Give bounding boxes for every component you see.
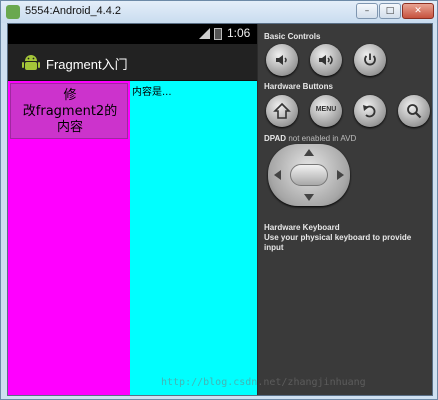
emulator-window: 5554:Android_4.4.2 – □ ✕ 1:06 Fragment入门…: [0, 0, 438, 400]
volume-up-button[interactable]: [310, 44, 342, 76]
menu-button[interactable]: MENU: [310, 95, 342, 127]
home-button[interactable]: [266, 95, 298, 127]
fragment1: 修 改fragment2的 内容: [8, 81, 130, 395]
window-title: 5554:Android_4.4.2: [25, 5, 122, 17]
dpad-center-button[interactable]: [290, 164, 328, 186]
dpad-up-icon[interactable]: [304, 149, 314, 156]
controls-panel: Basic Controls Hardware Buttons MENU DPA…: [258, 24, 432, 395]
title-bar[interactable]: 5554:Android_4.4.2 – □ ✕: [1, 1, 437, 23]
close-button[interactable]: ✕: [402, 3, 434, 19]
power-icon: [364, 53, 376, 66]
clock: 1:06: [227, 26, 251, 40]
hardware-keyboard-hint: Use your physical keyboard to provide in…: [264, 233, 412, 252]
dpad-right-icon[interactable]: [337, 170, 344, 180]
watermark: http://blog.csdn.net/zhangjinhuang: [161, 377, 366, 388]
hardware-keyboard-section: Hardware Keyboard Use your physical keyb…: [264, 223, 432, 253]
minimize-button[interactable]: –: [356, 3, 378, 19]
android-screen[interactable]: 1:06 Fragment入门 修 改fragment2的 内容 内容是...: [8, 24, 257, 395]
fragment2: 内容是...: [130, 81, 257, 395]
hardware-keyboard-heading: Hardware Keyboard: [264, 223, 340, 232]
menu-button-label: MENU: [315, 106, 337, 113]
dpad-status: not enabled in AVD: [288, 134, 357, 143]
dpad[interactable]: [268, 144, 350, 206]
back-button[interactable]: [354, 95, 386, 127]
dpad-heading: DPAD not enabled in AVD: [264, 134, 356, 143]
basic-controls-heading: Basic Controls: [264, 32, 321, 41]
dpad-label: DPAD: [264, 134, 287, 143]
hardware-buttons-heading: Hardware Buttons: [264, 82, 333, 91]
modify-fragment2-button[interactable]: 修 改fragment2的 内容: [10, 83, 128, 139]
search-button[interactable]: [398, 95, 430, 127]
android-logo-icon: [22, 55, 40, 70]
emulator-body: 1:06 Fragment入门 修 改fragment2的 内容 内容是... …: [7, 23, 433, 396]
action-bar: Fragment入门: [8, 44, 257, 81]
back-icon: [363, 105, 376, 118]
app-icon: [6, 5, 20, 19]
maximize-button[interactable]: □: [379, 3, 401, 19]
dpad-down-icon[interactable]: [304, 194, 314, 201]
dpad-left-icon[interactable]: [274, 170, 281, 180]
signal-icon: [199, 28, 210, 39]
status-bar: 1:06: [8, 24, 257, 44]
volume-down-button[interactable]: [266, 44, 298, 76]
app-title: Fragment入门: [46, 57, 128, 72]
volume-up-icon: [319, 55, 333, 65]
battery-icon: [214, 28, 222, 40]
power-button[interactable]: [354, 44, 386, 76]
volume-down-icon: [276, 55, 287, 65]
fragment2-content-text: 内容是...: [132, 87, 172, 98]
home-icon: [273, 102, 291, 119]
search-icon: [407, 104, 422, 119]
modify-fragment2-button-label: 修 改fragment2的 内容: [22, 88, 118, 135]
